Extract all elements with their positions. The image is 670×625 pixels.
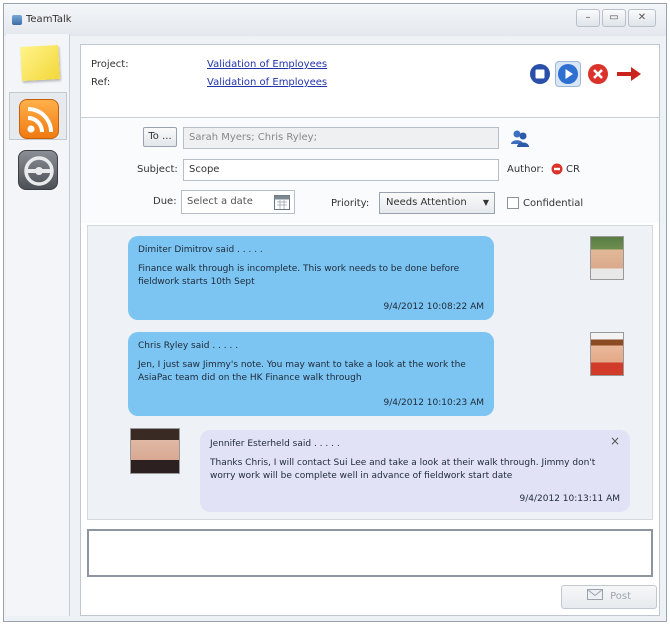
post-label: Post: [610, 591, 632, 602]
drive-button[interactable]: [9, 144, 67, 192]
confidential-checkbox[interactable]: [507, 197, 519, 209]
notes-button[interactable]: [9, 38, 67, 86]
message-time: 9/4/2012 10:08:22 AM: [383, 302, 485, 312]
feeds-button[interactable]: [9, 92, 67, 140]
due-label: Due:: [153, 196, 177, 207]
message-body: Finance walk through is incomplete. This…: [138, 264, 460, 287]
ref-link[interactable]: Validation of Employees: [207, 77, 327, 88]
stop-button[interactable]: [529, 63, 551, 85]
avatar-chris: [590, 332, 624, 376]
message-body: Thanks Chris, I will contact Sui Lee and…: [210, 458, 596, 481]
priority-value: Needs Attention: [386, 197, 467, 208]
cancel-icon: [588, 64, 608, 84]
subject-input[interactable]: Scope: [183, 159, 499, 181]
conversation-panel: Project: Validation of Employees Ref: Va…: [80, 44, 660, 616]
to-button[interactable]: To ...: [143, 127, 177, 147]
author-label: Author:: [507, 164, 544, 175]
calendar-icon: [274, 195, 290, 210]
window-title: TeamTalk: [26, 14, 72, 25]
post-button[interactable]: Post: [561, 585, 657, 609]
minimize-button[interactable]: –: [576, 9, 600, 27]
close-icon[interactable]: ×: [610, 435, 620, 448]
project-label: Project:: [91, 59, 129, 70]
author-status-icon: [551, 163, 563, 175]
message-time: 9/4/2012 10:13:11 AM: [519, 494, 621, 504]
sidebar: [6, 34, 70, 616]
avatar-jennifer: [130, 428, 180, 474]
priority-label: Priority:: [331, 198, 370, 209]
message-bubble: Dimiter Dimitrov said . . . . . Finance …: [128, 236, 494, 320]
date-picker-button[interactable]: [273, 193, 291, 211]
author-value: CR: [566, 164, 580, 175]
confidential-label: Confidential: [523, 198, 584, 209]
forward-button[interactable]: [615, 63, 643, 85]
message-author: Jennifer Esterheld said . . . . .: [210, 439, 340, 449]
message-author: Chris Ryley said . . . . .: [138, 341, 239, 351]
subject-label: Subject:: [137, 164, 178, 175]
play-icon: [558, 64, 578, 84]
cancel-button[interactable]: [587, 63, 609, 85]
avatar-dimiter: [590, 236, 624, 280]
project-link[interactable]: Validation of Employees: [207, 59, 327, 70]
play-button[interactable]: [555, 61, 581, 87]
address-book-icon: [511, 130, 529, 147]
title-bar: TeamTalk – ▭ ✕: [4, 4, 666, 36]
message-time: 9/4/2012 10:10:23 AM: [383, 398, 485, 408]
compose-input[interactable]: [87, 529, 653, 577]
close-window-button[interactable]: ✕: [628, 9, 656, 27]
note-icon: [20, 45, 60, 81]
message-bubble: × Jennifer Esterheld said . . . . . Than…: [200, 430, 630, 512]
envelope-icon: [586, 589, 603, 600]
dropdown-arrow-icon: ▼: [482, 198, 489, 207]
arrow-right-icon: [617, 67, 641, 81]
maximize-button[interactable]: ▭: [602, 9, 626, 27]
to-field[interactable]: Sarah Myers; Chris Ryley;: [183, 127, 499, 149]
message-author: Dimiter Dimitrov said . . . . .: [138, 245, 263, 255]
rss-icon: [19, 99, 59, 139]
message-form: To ... Sarah Myers; Chris Ryley; Subject…: [81, 118, 659, 223]
priority-select[interactable]: Needs Attention ▼: [379, 192, 495, 214]
message-bubble: Chris Ryley said . . . . . Jen, I just s…: [128, 332, 494, 416]
message-body: Jen, I just saw Jimmy's note. You may wa…: [138, 360, 466, 383]
chat-area[interactable]: Dimiter Dimitrov said . . . . . Finance …: [87, 225, 653, 520]
address-book-button[interactable]: [509, 127, 531, 149]
stop-icon: [530, 64, 550, 84]
ref-label: Ref:: [91, 77, 111, 88]
app-icon: [12, 15, 22, 25]
steering-wheel-icon: [18, 150, 58, 190]
